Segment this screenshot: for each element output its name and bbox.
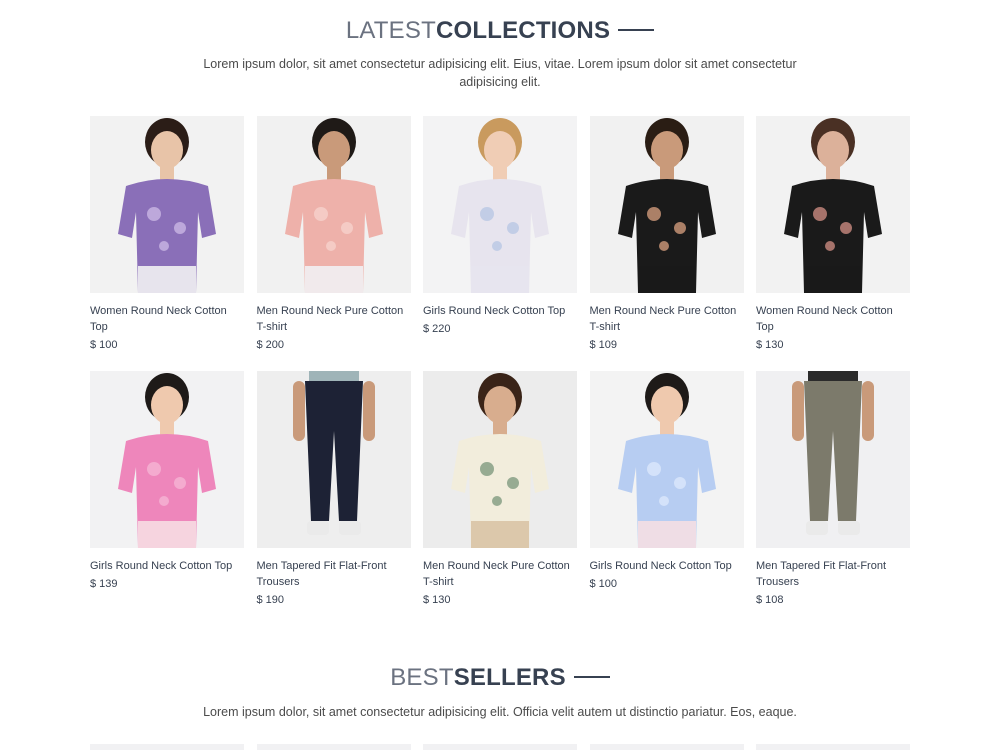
product-card[interactable]: Men Tapered Fit Flat-Front Trousers $ 19… [256,371,411,626]
product-price: $ 109 [589,339,618,351]
man-pink-tshirt-illustration [256,116,411,293]
product-name[interactable]: Girls Round Neck Cotton Top [90,558,244,574]
product-price: $ 220 [423,323,451,335]
title-light-part: BEST [390,664,454,691]
woman-black-tshirt-illustration [756,116,910,293]
product-image[interactable] [90,744,244,750]
product-name[interactable]: Girls Round Neck Cotton Top [423,303,577,319]
man-navy-trousers-illustration [256,371,411,548]
girl-floral-dress-illustration [423,116,577,293]
product-image[interactable] [256,744,411,750]
man-grey-cargo-illustration [756,371,910,548]
product-name[interactable]: Women Round Neck Cotton Top [90,303,244,335]
product-price: $ 139 [90,578,118,590]
product-price: $ 130 [423,594,451,606]
product-price: $ 108 [756,594,784,606]
product-card[interactable]: Men Tapered Fit Flat-Front Trousers $ 10… [756,371,910,626]
woman-floral-top-illustration [90,116,244,293]
bestsellers-title: BESTSELLERS [0,663,1000,693]
product-name[interactable]: Men Tapered Fit Flat-Front Trousers [756,558,910,590]
girl-blue-top-illustration [589,371,744,548]
title-rule [618,28,655,31]
latest-collections-section: LATESTCOLLECTIONS Lorem ipsum dolor, sit… [0,16,1000,91]
bestsellers-section: BESTSELLERS Lorem ipsum dolor, sit amet … [0,663,1000,721]
product-image[interactable] [423,744,577,750]
product-price: $ 130 [756,339,784,351]
product-name[interactable]: Girls Round Neck Cotton Top [590,558,744,574]
product-price: $ 100 [90,339,118,351]
title-bold-part: SELLERS [453,664,566,691]
product-price: $ 100 [589,578,618,590]
product-image[interactable] [256,116,411,293]
product-name[interactable]: Men Tapered Fit Flat-Front Trousers [257,558,411,590]
title-light-part: LATEST [345,17,436,44]
girl-pink-top-illustration [90,371,244,548]
product-price: $ 190 [256,594,285,606]
product-image[interactable] [756,744,910,750]
product-card[interactable]: Men Round Neck Pure Cotton T-shirt $ 109 [589,116,744,371]
product-image[interactable] [756,116,910,293]
product-card[interactable]: Men Round Neck Pure Cotton T-shirt $ 130 [423,371,577,626]
product-name[interactable]: Men Round Neck Pure Cotton T-shirt [257,303,411,335]
product-card[interactable]: Women Round Neck Cotton Top $ 100 [90,116,244,371]
product-image[interactable] [756,371,910,548]
title-rule [573,675,610,678]
product-image[interactable] [589,744,744,750]
product-card[interactable]: Girls Round Neck Cotton Top $ 139 [90,371,244,626]
latest-products-grid: Women Round Neck Cotton Top $ 100 Men Ro… [90,116,910,626]
product-image[interactable] [589,371,744,548]
product-image[interactable] [589,116,744,293]
man-striped-sweatshirt-illustration [423,371,577,548]
product-name[interactable]: Men Round Neck Pure Cotton T-shirt [423,558,577,590]
bestsellers-products-grid [90,744,910,750]
latest-collections-description: Lorem ipsum dolor, sit amet consectetur … [203,57,797,89]
product-image[interactable] [90,116,244,293]
latest-collections-title: LATESTCOLLECTIONS [0,16,1000,46]
product-card[interactable]: Girls Round Neck Cotton Top $ 220 [423,116,577,371]
product-card[interactable]: Men Round Neck Pure Cotton T-shirt $ 200 [256,116,411,371]
title-bold-part: COLLECTIONS [435,17,611,44]
bestsellers-description: Lorem ipsum dolor, sit amet consectetur … [203,705,797,719]
product-image[interactable] [423,116,577,293]
product-name[interactable]: Women Round Neck Cotton Top [756,303,910,335]
product-name[interactable]: Men Round Neck Pure Cotton T-shirt [590,303,744,335]
product-price: $ 200 [256,339,285,351]
product-image[interactable] [90,371,244,548]
product-image[interactable] [256,371,411,548]
product-card[interactable]: Girls Round Neck Cotton Top $ 100 [589,371,744,626]
man-black-tshirt-illustration [589,116,744,293]
product-card[interactable]: Women Round Neck Cotton Top $ 130 [756,116,910,371]
product-image[interactable] [423,371,577,548]
